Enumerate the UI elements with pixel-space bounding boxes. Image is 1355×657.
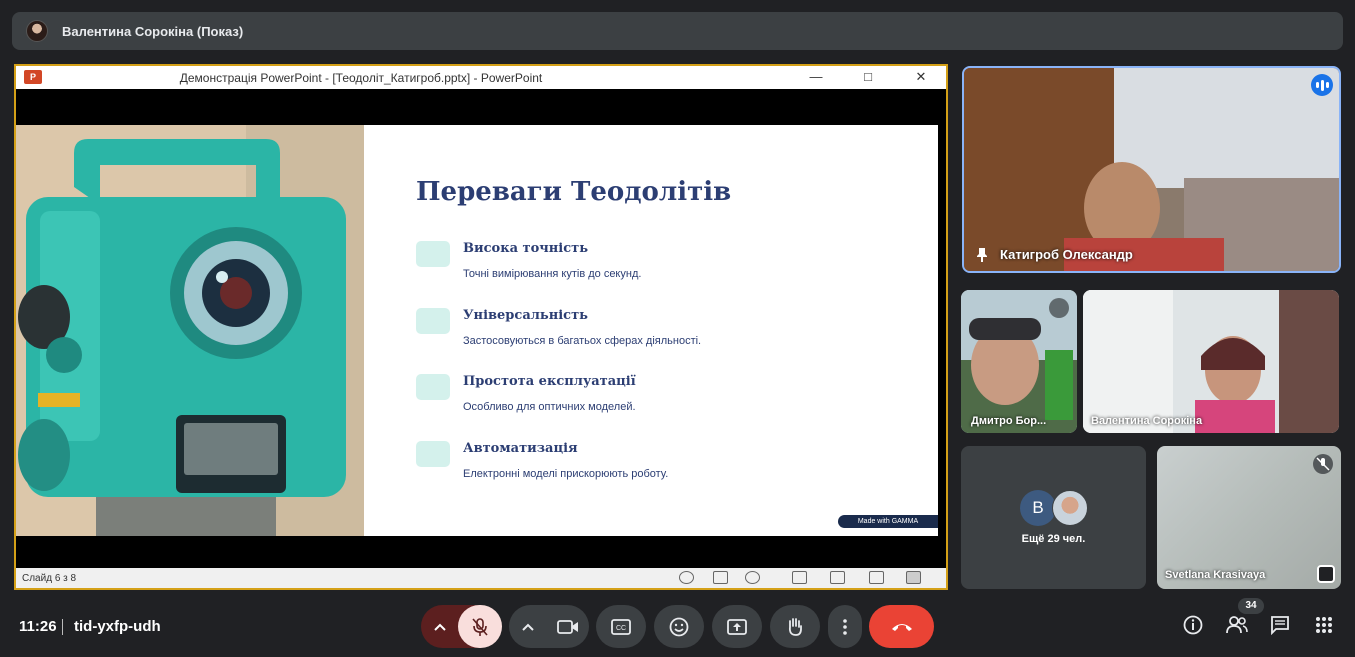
shared-screen-powerpoint: P Демонстрація PowerPoint - [Теодоліт_Ка… bbox=[14, 64, 948, 590]
mic-off-icon bbox=[472, 617, 488, 636]
presenter-bar: Валентина Сорокіна (Показ) bbox=[12, 12, 1343, 50]
raise-hand-icon bbox=[788, 617, 802, 636]
mic-options-chevron-icon[interactable] bbox=[421, 605, 459, 648]
close-icon[interactable]: ✕ bbox=[911, 68, 931, 86]
powerpoint-scrollbar[interactable] bbox=[938, 89, 946, 570]
reactions-button[interactable] bbox=[654, 605, 704, 648]
feature-title: Універсальність bbox=[463, 308, 588, 323]
microphone-control-group bbox=[421, 605, 502, 648]
more-participants-label: Ещё 29 чел. bbox=[1021, 533, 1086, 545]
chat-icon[interactable] bbox=[1267, 612, 1293, 638]
participant-tile-svetlana[interactable]: Svetlana Krasivaya bbox=[1157, 446, 1341, 589]
participant-name: Валентина Сорокіна bbox=[1091, 415, 1203, 427]
more-options-button[interactable] bbox=[828, 605, 862, 648]
pin-icon[interactable] bbox=[976, 248, 988, 262]
participant-name: Svetlana Krasivaya bbox=[1165, 569, 1266, 581]
camera-toggle-button[interactable] bbox=[546, 605, 590, 648]
feature-description: Особливо для оптичних моделей. bbox=[463, 401, 636, 413]
feature-description: Електронні моделі прискорюють роботу. bbox=[463, 468, 669, 480]
presenter-avatar bbox=[26, 20, 48, 42]
previous-slide-icon[interactable] bbox=[679, 571, 694, 584]
slide: Переваги Теодолітів Висока точність Точн… bbox=[16, 125, 938, 536]
powerpoint-logo-icon: P bbox=[24, 70, 42, 84]
feature-title: Висока точність bbox=[463, 241, 589, 256]
reading-view-icon[interactable] bbox=[869, 571, 884, 584]
maximize-icon[interactable]: □ bbox=[858, 68, 878, 86]
powerpoint-titlebar: P Демонстрація PowerPoint - [Теодоліт_Ка… bbox=[16, 66, 946, 89]
slide-counter: Слайд 6 з 8 bbox=[22, 572, 77, 584]
minimize-tile-icon[interactable] bbox=[1317, 565, 1335, 583]
next-slide-icon[interactable] bbox=[745, 571, 760, 584]
microphone-toggle-button[interactable] bbox=[458, 605, 502, 648]
feature-description: Застосовуються в багатьох сферах діяльно… bbox=[463, 335, 702, 347]
presenter-title: Валентина Сорокіна (Показ) bbox=[62, 23, 244, 39]
participant-tile-main[interactable]: Катигроб Олександр bbox=[962, 66, 1341, 273]
camera-control-group bbox=[509, 605, 589, 648]
participant-name: Дмитро Бор... bbox=[971, 415, 1047, 427]
minimize-icon[interactable]: — bbox=[806, 68, 826, 86]
powerpoint-statusbar: Слайд 6 з 8 bbox=[16, 568, 946, 588]
captions-button[interactable]: CC bbox=[596, 605, 646, 648]
feature-bullet-box bbox=[416, 308, 450, 334]
participant-avatar: В bbox=[1020, 490, 1056, 526]
people-icon[interactable] bbox=[1224, 612, 1250, 638]
feature-title: Простота експлуатації bbox=[463, 374, 636, 389]
slide-sorter-icon[interactable] bbox=[830, 571, 845, 584]
feature-bullet-box bbox=[416, 241, 450, 267]
feature-bullet-box bbox=[416, 374, 450, 400]
divider bbox=[62, 619, 63, 635]
video-camera-icon bbox=[557, 619, 578, 634]
slide-content: Переваги Теодолітів Висока точність Точн… bbox=[364, 125, 938, 536]
meeting-code: tid-yxfp-udh bbox=[74, 618, 161, 635]
notes-icon[interactable] bbox=[713, 571, 728, 584]
feature-title: Автоматизація bbox=[463, 441, 578, 456]
feature-description: Точні вимірювання кутів до секунд. bbox=[463, 268, 642, 280]
feature-bullet-box bbox=[416, 441, 450, 467]
theodolite-image bbox=[16, 125, 364, 536]
slide-heading: Переваги Теодолітів bbox=[416, 177, 732, 207]
participant-avatar-photo bbox=[1052, 490, 1088, 526]
participant-name: Катигроб Олександр bbox=[1000, 247, 1133, 262]
present-screen-button[interactable] bbox=[712, 605, 762, 648]
participant-tile-valentyna[interactable]: Валентина Сорокіна bbox=[1083, 290, 1339, 433]
meeting-details-icon[interactable] bbox=[1180, 612, 1206, 638]
more-participants-tile[interactable]: В Ещё 29 чел. bbox=[961, 446, 1146, 589]
svg-text:CC: CC bbox=[616, 625, 626, 632]
emoji-icon bbox=[669, 617, 689, 636]
present-screen-icon bbox=[727, 618, 747, 635]
activities-grid-icon[interactable] bbox=[1311, 612, 1337, 638]
meeting-time: 11:26 bbox=[19, 618, 57, 635]
raise-hand-button[interactable] bbox=[770, 605, 820, 648]
mic-off-icon bbox=[1313, 454, 1333, 474]
normal-view-icon[interactable] bbox=[792, 571, 807, 584]
more-vertical-icon bbox=[843, 618, 847, 635]
camera-options-chevron-icon[interactable] bbox=[509, 605, 547, 648]
closed-captions-icon: CC bbox=[611, 618, 631, 635]
slideshow-icon[interactable] bbox=[906, 571, 921, 584]
gamma-badge[interactable]: Made with GAMMA bbox=[838, 515, 938, 528]
meeting-controls-bar: 11:26 tid-yxfp-udh CC 34 bbox=[0, 598, 1355, 657]
leave-call-button[interactable] bbox=[869, 605, 934, 648]
end-call-icon bbox=[891, 623, 912, 631]
participant-tile-dmytro[interactable]: Дмитро Бор... bbox=[961, 290, 1077, 433]
mic-off-icon bbox=[1049, 298, 1069, 318]
speaking-indicator-icon bbox=[1311, 74, 1333, 96]
